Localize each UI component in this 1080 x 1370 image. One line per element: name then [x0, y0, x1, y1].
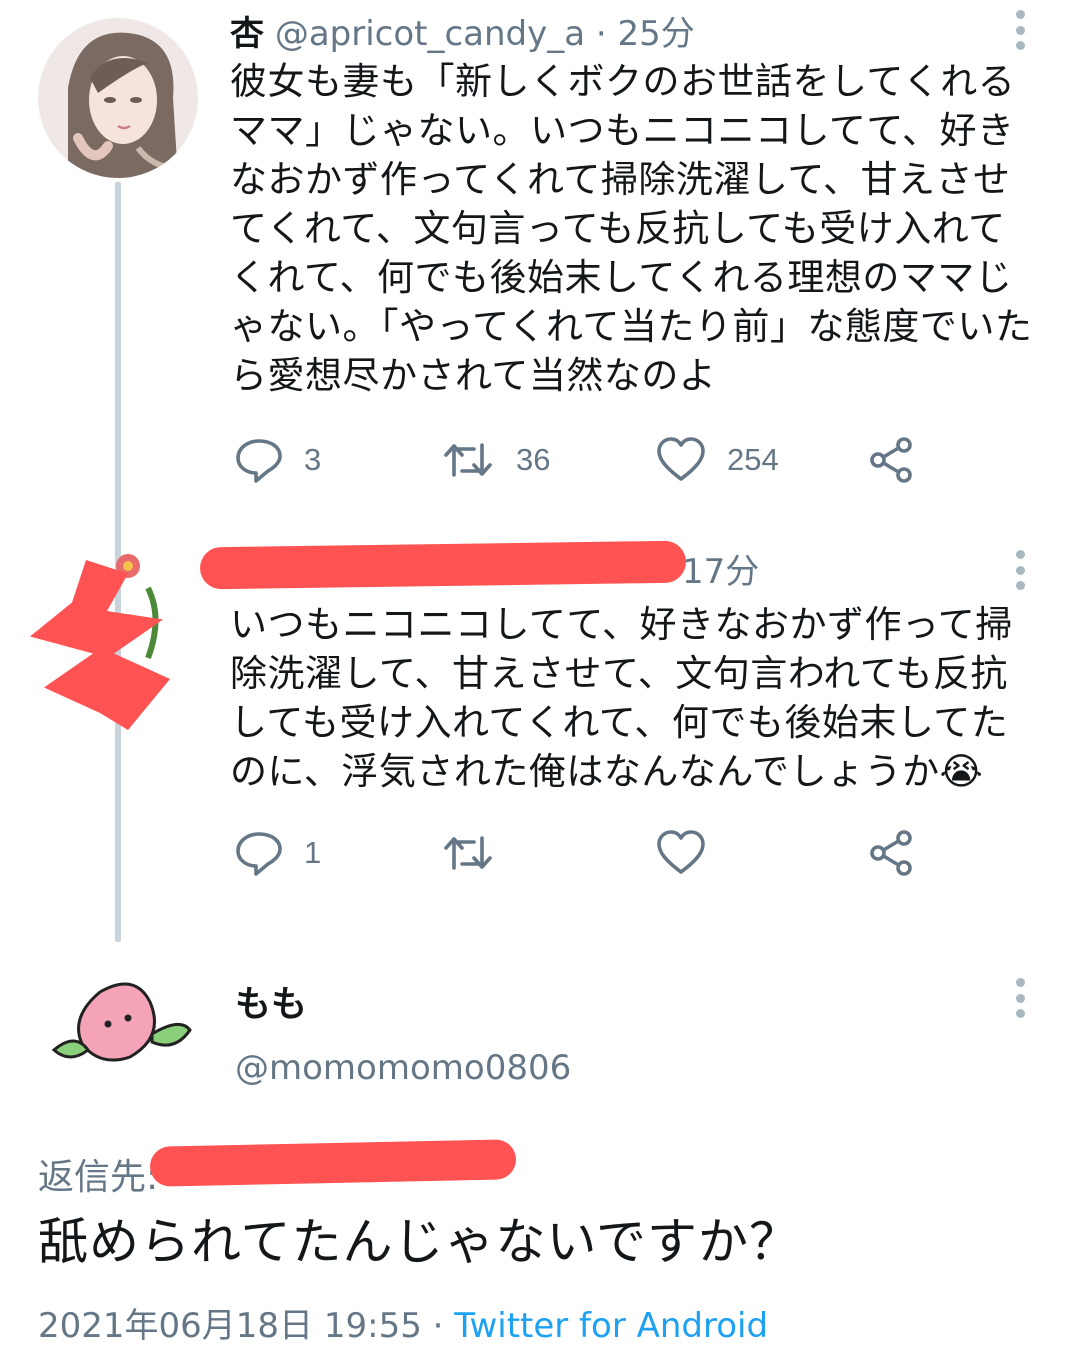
reply-icon: [236, 439, 282, 483]
tweet-header: 17分: [682, 552, 759, 592]
datetime: 2021年06月18日 19:55: [38, 1306, 422, 1346]
tweet-text: 彼女も妻も「新しくボクのお世話をしてくれるママ」じゃない。いつもニコニコしてて、…: [230, 60, 1033, 397]
more-vertical-icon[interactable]: [1000, 8, 1040, 52]
tweet-meta: 2021年06月18日 19:55 · Twitter for Android: [38, 1298, 768, 1347]
redaction-mark: [149, 1139, 517, 1187]
share-icon: [870, 830, 912, 876]
share-button[interactable]: [866, 828, 916, 878]
like-button[interactable]: [655, 828, 727, 878]
reply-count: 3: [304, 442, 322, 477]
like-icon: [657, 830, 705, 874]
retweet-count: 36: [516, 442, 551, 477]
retweet-button[interactable]: [440, 828, 516, 878]
like-count: 254: [727, 442, 779, 477]
retweet-button[interactable]: 36: [440, 435, 550, 485]
share-button[interactable]: [866, 435, 916, 485]
tweet-actions: 1: [230, 828, 930, 878]
user-avatar[interactable]: [38, 18, 198, 178]
share-icon: [870, 437, 912, 483]
reply-count: 1: [304, 835, 322, 870]
tweet-header: 杏 @apricot_candy_a · 25分: [230, 14, 695, 54]
separator-dot: ·: [421, 1306, 455, 1346]
timestamp[interactable]: 25分: [618, 14, 695, 54]
tweet-text: いつもニコニコしてて、好きなおかず作って掃除洗濯して、甘えさせて、文句言われても…: [230, 603, 1013, 793]
display-name[interactable]: 杏: [230, 14, 264, 54]
like-icon: [657, 437, 705, 481]
user-avatar[interactable]: [40, 972, 200, 1092]
reply-icon: [236, 832, 282, 876]
handle[interactable]: @apricot_candy_a: [275, 14, 585, 54]
reply-button[interactable]: 1: [234, 828, 321, 878]
handle[interactable]: @momomomo0806: [235, 1048, 571, 1088]
client-link[interactable]: Twitter for Android: [454, 1306, 768, 1346]
reply-button[interactable]: 3: [234, 435, 321, 485]
like-button[interactable]: 254: [655, 435, 779, 485]
retweet-icon: [444, 443, 492, 477]
display-name[interactable]: もも: [235, 975, 307, 1027]
tweet-text: 舐められてたんじゃないですか？: [38, 1213, 800, 1271]
more-vertical-icon[interactable]: [1000, 548, 1040, 592]
timestamp[interactable]: 17分: [682, 552, 759, 592]
more-vertical-icon[interactable]: [1000, 976, 1040, 1020]
redaction-mark: [199, 540, 687, 590]
separator-dot: ·: [595, 14, 607, 54]
retweet-icon: [444, 836, 492, 870]
tweet-actions: 3 36 254: [230, 435, 930, 485]
reply-to-label: 返信先:: [38, 1157, 159, 1198]
